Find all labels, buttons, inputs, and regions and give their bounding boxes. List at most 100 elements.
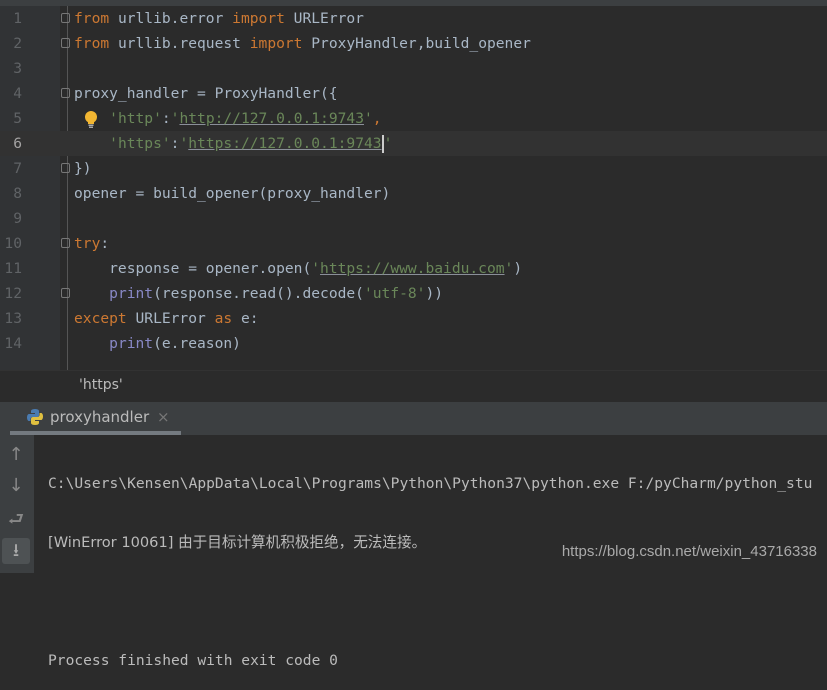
code-line[interactable]: 8 opener = build_opener(proxy_handler) xyxy=(0,181,827,206)
code-text: 'https':'https://127.0.0.1:9743 ' xyxy=(74,131,392,156)
code-token: print xyxy=(109,285,154,302)
code-token: : xyxy=(100,235,110,252)
fold-icon[interactable] xyxy=(61,288,70,298)
code-line[interactable]: 11 response = opener.open('https://www.b… xyxy=(0,256,827,281)
code-line[interactable]: 9 xyxy=(0,206,827,231)
breadcrumb-bar: 'https' xyxy=(0,370,827,403)
code-text: }) xyxy=(74,156,92,181)
code-line[interactable]: 7}) xyxy=(0,156,827,181)
python-icon xyxy=(27,409,43,425)
line-number: 2 xyxy=(13,35,22,52)
code-token: response = opener.open( xyxy=(74,260,312,277)
fold-icon[interactable] xyxy=(61,163,70,173)
code-line[interactable]: 5 'http':'http://127.0.0.1:9743', xyxy=(0,106,827,131)
fold-icon[interactable] xyxy=(61,38,70,48)
line-number: 4 xyxy=(13,85,22,102)
code-text: try: xyxy=(74,231,109,256)
code-token: ' xyxy=(311,260,321,277)
code-token: urllib.error xyxy=(109,10,233,27)
run-tab-label: proxyhandler xyxy=(50,408,150,426)
watermark: https://blog.csdn.net/weixin_43716338 xyxy=(561,543,817,560)
code-editor[interactable]: 1 from urllib.error import URLError 2 from … xyxy=(0,0,827,370)
code-token: try xyxy=(74,235,101,252)
code-token: 'https' xyxy=(109,135,171,152)
console-line: Process finished with exit code 0 xyxy=(48,652,338,669)
code-line[interactable]: 10 try: xyxy=(0,231,827,256)
line-number: 1 xyxy=(13,10,22,27)
line-number: 7 xyxy=(13,160,22,177)
url-link[interactable]: https://www.baidu.com xyxy=(320,260,505,277)
console-line: C:\Users\Kensen\AppData\Local\Programs\P… xyxy=(48,475,813,492)
code-line[interactable]: 4 proxy_handler = ProxyHandler({ xyxy=(0,81,827,106)
code-text: print(e.reason) xyxy=(74,331,241,356)
code-line[interactable]: 1 from urllib.error import URLError xyxy=(0,6,827,31)
code-line[interactable]: 14 print(e.reason) xyxy=(0,331,827,356)
code-token: (response.read().decode( xyxy=(153,285,364,302)
arrow-up-icon[interactable]: ↑ xyxy=(2,442,30,468)
code-token: : xyxy=(161,110,171,127)
code-token: except xyxy=(74,310,127,327)
code-token: , xyxy=(372,110,382,127)
line-number: 8 xyxy=(13,185,22,202)
fold-icon[interactable] xyxy=(61,238,70,248)
scroll-to-end-icon[interactable]: ⭳ xyxy=(2,538,30,564)
code-line[interactable]: 6 'https':'https://127.0.0.1:9743 ' xyxy=(0,131,827,156)
run-console-output[interactable]: C:\Users\Kensen\AppData\Local\Programs\P… xyxy=(48,437,812,690)
active-tab-indicator xyxy=(10,431,181,435)
code-token: opener = build_opener(proxy_handler) xyxy=(74,185,391,202)
line-number: 9 xyxy=(13,210,22,227)
code-text: from urllib.request import ProxyHandler,… xyxy=(74,31,531,56)
code-text: 'http':'http://127.0.0.1:9743', xyxy=(74,106,382,131)
line-number: 10 xyxy=(4,235,22,252)
code-line[interactable]: 2 from urllib.request import ProxyHandler… xyxy=(0,31,827,56)
code-text: from urllib.error import URLError xyxy=(74,6,364,31)
code-token: 'utf-8' xyxy=(363,285,426,302)
line-number: 5 xyxy=(13,110,22,127)
run-tab-proxyhandler[interactable]: proxyhandler × xyxy=(10,402,181,435)
code-token: from xyxy=(74,35,110,52)
url-link[interactable]: https://127.0.0.1:9743 xyxy=(188,135,381,152)
run-toolbar: ↑ ↓ ⮐ ⭳ xyxy=(0,435,34,573)
code-text: response = opener.open('https://www.baid… xyxy=(74,256,522,281)
code-token: ProxyHandler,build_opener xyxy=(302,35,531,52)
line-number: 12 xyxy=(4,285,22,302)
code-text: print(response.read().decode('utf-8')) xyxy=(74,281,443,306)
arrow-down-icon[interactable]: ↓ xyxy=(2,473,30,499)
line-number: 13 xyxy=(4,310,22,327)
code-token: 'http' xyxy=(109,110,162,127)
code-line[interactable]: 3 xyxy=(0,56,827,81)
code-token: ' xyxy=(179,135,189,152)
line-number: 14 xyxy=(4,335,22,352)
breadcrumb[interactable]: 'https' xyxy=(79,377,123,393)
code-text: opener = build_opener(proxy_handler) xyxy=(74,181,390,206)
code-token: (e.reason) xyxy=(153,335,241,352)
code-token: )) xyxy=(425,285,444,302)
fold-icon[interactable] xyxy=(61,88,70,98)
soft-wrap-icon[interactable]: ⮐ xyxy=(2,507,30,533)
close-icon[interactable]: × xyxy=(157,408,170,426)
code-text: proxy_handler = ProxyHandler({ xyxy=(74,81,338,106)
code-line[interactable]: 13 except URLError as e: xyxy=(0,306,827,331)
code-token: URLError xyxy=(284,10,364,27)
code-token: }) xyxy=(74,160,92,177)
code-line[interactable]: 12 print(response.read().decode('utf-8')… xyxy=(0,281,827,306)
code-token: import xyxy=(249,35,303,52)
line-number: 6 xyxy=(13,135,22,152)
code-token: ) xyxy=(513,260,523,277)
code-token: URLError xyxy=(126,310,215,327)
code-token: import xyxy=(232,10,285,27)
code-text: except URLError as e: xyxy=(74,306,259,331)
line-number: 11 xyxy=(4,260,22,277)
fold-icon[interactable] xyxy=(61,13,70,23)
line-number: 3 xyxy=(13,60,22,77)
code-token: from xyxy=(74,10,110,27)
url-link[interactable]: http://127.0.0.1:9743 xyxy=(179,110,364,127)
code-token: urllib.request xyxy=(109,35,250,52)
code-token: ' xyxy=(383,135,393,152)
code-token: print xyxy=(109,335,154,352)
